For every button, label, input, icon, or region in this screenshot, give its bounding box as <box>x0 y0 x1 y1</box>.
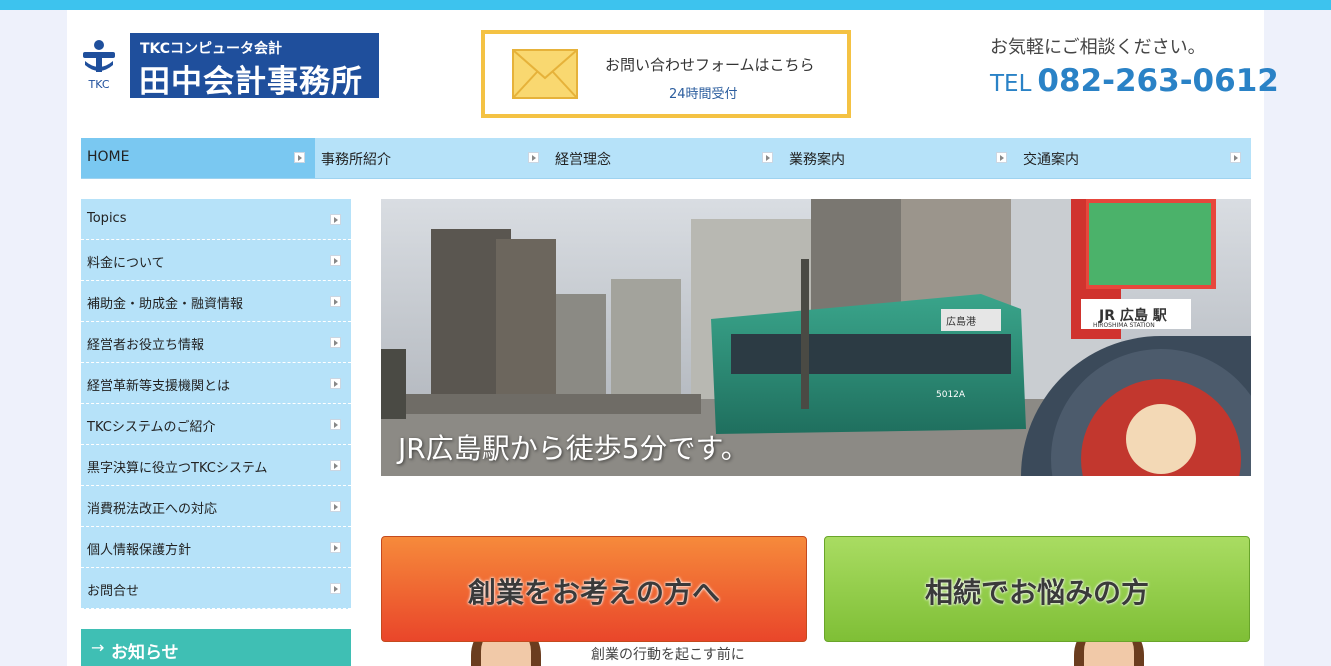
tel-number[interactable]: 082-263-0612 <box>1037 63 1278 99</box>
page-container: TKC TKCコンピュータ会計 田中会計事務所 お問い合わせフォームはこちら 2… <box>67 10 1279 666</box>
arrow-right-icon <box>996 152 1007 163</box>
tel-prefix: TEL <box>990 71 1032 97</box>
contact-title: お問い合わせフォームはこちら <box>605 56 815 74</box>
sidebar-item-inquiry[interactable]: お問合せ <box>81 568 351 609</box>
tkc-logo-icon: TKC <box>83 40 115 91</box>
tram-number-text: 5012A <box>936 390 966 400</box>
sidebar-item-label: 個人情報保護方針 <box>87 543 192 558</box>
logo-subtitle: TKCコンピュータ会計 <box>140 41 283 57</box>
sidebar-item-manager-info[interactable]: 経営者お役立ち情報 <box>81 322 351 363</box>
startup-banner-label: 創業をお考えの方へ <box>467 576 720 609</box>
arrow-right-icon <box>330 378 341 389</box>
sidebar-item-label: Topics <box>87 211 127 226</box>
arrow-right-icon <box>330 419 341 430</box>
contact-subtitle: 24時間受付 <box>669 87 738 102</box>
nav-home[interactable]: HOME <box>81 138 315 178</box>
nav-label: 業務案内 <box>789 152 845 168</box>
sidebar-item-label: 黒字決算に役立つTKCシステム <box>87 461 268 476</box>
inheritance-banner[interactable]: 相続でお悩みの方 <box>824 536 1250 642</box>
sidebar-item-label: 補助金・助成金・融資情報 <box>87 297 244 312</box>
person-photo <box>1074 642 1144 666</box>
nav-label: 経営理念 <box>555 152 611 168</box>
arrow-right-icon <box>1230 152 1241 163</box>
nav-services[interactable]: 業務案内 <box>783 138 1017 178</box>
face-shape <box>481 642 531 666</box>
office-name: 田中会計事務所 <box>139 64 363 100</box>
nav-access[interactable]: 交通案内 <box>1017 138 1251 178</box>
startup-banner-photo: 創業の行動を起こす前に <box>381 642 807 666</box>
tram-destination-text: 広島港 <box>946 315 976 328</box>
logo-box: TKCコンピュータ会計 田中会計事務所 <box>130 33 379 100</box>
sidebar-item-tkc-system[interactable]: TKCシステムのご紹介 <box>81 404 351 445</box>
news-heading[interactable]: → お知らせ <box>81 629 351 666</box>
logo-mark-text: TKC <box>87 78 109 91</box>
top-accent-bar <box>0 0 1331 10</box>
sidebar-item-topics[interactable]: Topics <box>81 199 351 240</box>
hero-caption: JR広島駅から徒歩5分です。 <box>398 432 749 465</box>
station-sign-english: HIROSHIMA STATION <box>1093 322 1155 329</box>
nav-office-intro[interactable]: 事務所紹介 <box>315 138 549 178</box>
arrow-right-icon: → <box>91 638 105 657</box>
person-photo <box>471 642 541 666</box>
sidebar-item-label: 料金について <box>87 256 165 271</box>
envelope-icon <box>512 49 578 99</box>
arrow-right-icon <box>330 460 341 471</box>
sidebar-item-label: TKCシステムのご紹介 <box>87 420 216 435</box>
nav-philosophy[interactable]: 経営理念 <box>549 138 783 178</box>
site-logo[interactable]: TKC TKCコンピュータ会計 田中会計事務所 <box>80 33 380 100</box>
news-heading-label: お知らせ <box>111 643 179 663</box>
sidebar-item-label: お問合せ <box>87 584 140 599</box>
tel-caption: お気軽にご相談ください。 <box>990 37 1206 58</box>
sidebar-item-fees[interactable]: 料金について <box>81 240 351 281</box>
sidebar-item-consumption-tax[interactable]: 消費税法改正への対応 <box>81 486 351 527</box>
arrow-right-icon <box>330 296 341 307</box>
sidebar-item-subsidies[interactable]: 補助金・助成金・融資情報 <box>81 281 351 322</box>
arrow-right-icon <box>330 501 341 512</box>
sidebar-item-label: 消費税法改正への対応 <box>87 502 218 517</box>
arrow-right-icon <box>330 214 341 225</box>
sidebar-item-label: 経営革新等支援機関とは <box>87 379 231 394</box>
inheritance-banner-photo <box>824 642 1250 666</box>
arrow-right-icon <box>528 152 539 163</box>
startup-banner-subtext: 創業の行動を起こす前に <box>591 647 745 663</box>
arrow-right-icon <box>330 583 341 594</box>
hero-image: JR 広島 駅 HIROSHIMA STATION 広島港 5012A JR広島… <box>381 199 1251 476</box>
inheritance-banner-label: 相続でお悩みの方 <box>924 576 1149 609</box>
nav-label: 交通案内 <box>1023 152 1079 168</box>
global-nav: HOME 事務所紹介 経営理念 業務案内 交通案内 <box>81 138 1251 179</box>
sidebar-item-label: 経営者お役立ち情報 <box>87 338 205 353</box>
contact-form-button[interactable]: お問い合わせフォームはこちら 24時間受付 <box>481 30 851 118</box>
arrow-right-icon <box>762 152 773 163</box>
arrow-right-icon <box>294 152 305 163</box>
arrow-right-icon <box>330 255 341 266</box>
arrow-right-icon <box>330 337 341 348</box>
sidebar-menu: Topics 料金について 補助金・助成金・融資情報 経営者お役立ち情報 経営革… <box>81 199 351 609</box>
sidebar-item-support-agency[interactable]: 経営革新等支援機関とは <box>81 363 351 404</box>
sidebar-item-privacy[interactable]: 個人情報保護方針 <box>81 527 351 568</box>
nav-label: 事務所紹介 <box>321 152 391 168</box>
tel-line[interactable]: TEL 082-263-0612 <box>990 63 1279 99</box>
arrow-right-icon <box>330 542 341 553</box>
sidebar-item-profit-system[interactable]: 黒字決算に役立つTKCシステム <box>81 445 351 486</box>
face-shape <box>1084 642 1134 666</box>
nav-label: HOME <box>87 149 130 165</box>
startup-banner[interactable]: 創業をお考えの方へ <box>381 536 807 642</box>
